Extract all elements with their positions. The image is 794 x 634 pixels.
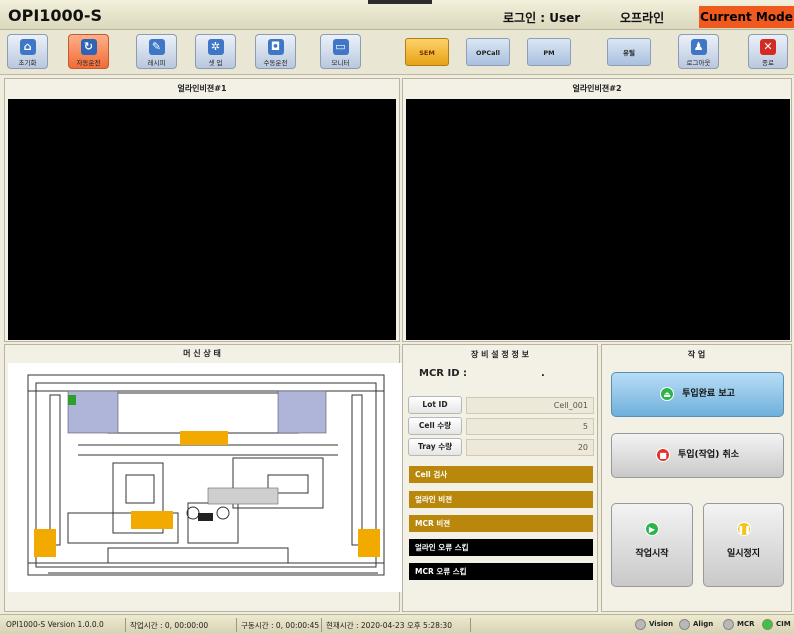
input-complete-report-button[interactable]: ⏏ 투입완료 보고 bbox=[611, 372, 784, 417]
pm-button[interactable]: PM bbox=[527, 38, 571, 66]
status-separator bbox=[236, 618, 237, 632]
opcall-button[interactable]: OPCall bbox=[466, 38, 510, 66]
mcr-vision-toggle[interactable]: MCR 비젼 bbox=[409, 515, 593, 532]
run-time-text: 구동시간 : 0, 00:00:45 bbox=[241, 621, 320, 630]
manual-run-label: 수동운전 bbox=[263, 59, 288, 67]
logout-button[interactable]: ♟ 로그아웃 bbox=[678, 34, 719, 69]
util-button[interactable]: 유틸 bbox=[607, 38, 651, 66]
cim-indicator-label: CIM bbox=[776, 620, 791, 628]
app-title: OPI1000-S bbox=[8, 6, 102, 25]
window-drag-handle[interactable] bbox=[368, 0, 432, 4]
monitor-icon: ▭ bbox=[332, 39, 349, 55]
align-vision-toggle[interactable]: 얼라인 비젼 bbox=[409, 491, 593, 508]
gamepad-icon: ◘ bbox=[267, 39, 284, 55]
lot-id-button[interactable]: Lot ID bbox=[408, 396, 462, 414]
auto-run-button[interactable]: ↻ 자동운전 bbox=[68, 34, 109, 69]
gear-icon: ✲ bbox=[207, 39, 224, 55]
monitor-button[interactable]: ▭ 모니터 bbox=[320, 34, 361, 69]
setup-label: 셋 업 bbox=[208, 59, 223, 67]
machine-diagram bbox=[8, 363, 402, 592]
init-button[interactable]: ⌂ 초기화 bbox=[7, 34, 48, 69]
status-separator bbox=[470, 618, 471, 632]
status-separator bbox=[321, 618, 322, 632]
mcr-id-label: MCR ID : bbox=[419, 368, 467, 379]
toolbar: ⌂ 초기화 ↻ 자동운전 ✎ 레시피 ✲ 셋 업 ◘ 수동운전 ▭ 모니터 SE… bbox=[0, 30, 794, 75]
login-status: 로그인 : User bbox=[503, 11, 581, 25]
close-icon: ✕ bbox=[760, 39, 776, 55]
lot-id-value: Cell_001 bbox=[466, 397, 594, 414]
auto-run-label: 자동운전 bbox=[76, 59, 101, 67]
vision-1-title: 얼라인비젼#1 bbox=[177, 84, 227, 93]
align-indicator-label: Align bbox=[693, 620, 714, 628]
status-separator bbox=[125, 618, 126, 632]
machine-status-panel: 머 신 상 태 bbox=[4, 344, 402, 612]
settings-title: 장 비 설 정 정 보 bbox=[470, 350, 530, 359]
connection-status: 오프라인 bbox=[620, 11, 665, 25]
setup-button[interactable]: ✲ 셋 업 bbox=[195, 34, 236, 69]
version-text: OPI1000-S Version 1.0.0.0 bbox=[6, 620, 104, 629]
input-cancel-button[interactable]: ■ 투입(작업) 취소 bbox=[611, 433, 784, 478]
cim-indicator-led bbox=[762, 619, 773, 630]
monitor-label: 모니터 bbox=[331, 59, 350, 67]
mcr-indicator-led bbox=[723, 619, 734, 630]
title-bar: OPI1000-S 로그인 : User 오프라인 Current Mode bbox=[0, 0, 794, 30]
equipment-settings-panel: 장 비 설 정 정 보 MCR ID : . Lot ID Cell_001 C… bbox=[402, 344, 598, 612]
work-time-text: 작업시간 : 0, 00:00:00 bbox=[130, 621, 209, 630]
cell-qty-value: 5 bbox=[466, 418, 594, 435]
vision-1-screen bbox=[8, 99, 396, 340]
align-error-skip-toggle[interactable]: 얼라인 오류 스킵 bbox=[409, 539, 593, 556]
cell-qty-button[interactable]: Cell 수량 bbox=[408, 417, 462, 435]
pause-icon: ❚❚ bbox=[736, 522, 751, 536]
tray-qty-button[interactable]: Tray 수량 bbox=[408, 438, 462, 456]
user-icon: ♟ bbox=[690, 39, 707, 55]
vision-2-screen bbox=[406, 99, 790, 340]
work-panel: 작 업 ⏏ 투입완료 보고 ■ 투입(작업) 취소 ▶ 작업시작 ❚❚ 일시정지 bbox=[601, 344, 792, 612]
work-start-button[interactable]: ▶ 작업시작 bbox=[611, 503, 693, 587]
pause-label: 일시정지 bbox=[726, 549, 761, 559]
play-icon: ▶ bbox=[645, 522, 659, 536]
vision-2-title: 얼라인비젼#2 bbox=[572, 84, 622, 93]
align-indicator-led bbox=[679, 619, 690, 630]
exit-button[interactable]: ✕ 종료 bbox=[748, 34, 788, 69]
cancel-label: 투입(작업) 취소 bbox=[677, 450, 740, 460]
cell-inspection-toggle[interactable]: Cell 검사 bbox=[409, 466, 593, 483]
auto-run-icon: ↻ bbox=[80, 39, 97, 55]
mcr-indicator-label: MCR bbox=[737, 620, 755, 628]
work-title: 작 업 bbox=[687, 350, 706, 359]
vision-indicator-label: Vision bbox=[649, 620, 674, 628]
vision-panel-1: 얼라인비젼#1 bbox=[4, 78, 400, 342]
pause-button[interactable]: ❚❚ 일시정지 bbox=[703, 503, 784, 587]
recipe-label: 레시피 bbox=[147, 59, 166, 67]
mcr-id-value: . bbox=[541, 368, 545, 379]
init-label: 초기화 bbox=[18, 59, 37, 67]
exit-label: 종료 bbox=[762, 59, 774, 67]
vision-indicator-led bbox=[635, 619, 646, 630]
machine-status-title: 머 신 상 태 bbox=[183, 349, 221, 358]
start-label: 작업시작 bbox=[635, 549, 669, 559]
tray-qty-value: 20 bbox=[466, 439, 594, 456]
stop-icon: ■ bbox=[655, 447, 670, 462]
current-time-text: 현재시간 : 2020-04-23 오후 5:28:30 bbox=[326, 621, 452, 630]
home-icon: ⌂ bbox=[19, 39, 36, 55]
recipe-button[interactable]: ✎ 레시피 bbox=[136, 34, 177, 69]
machine-drawing bbox=[27, 374, 385, 576]
current-mode-badge: Current Mode bbox=[699, 6, 794, 28]
report-label: 투입완료 보고 bbox=[682, 389, 735, 399]
manual-run-button[interactable]: ◘ 수동운전 bbox=[255, 34, 296, 69]
status-bar: OPI1000-S Version 1.0.0.0 작업시간 : 0, 00:0… bbox=[0, 614, 794, 634]
mcr-error-skip-toggle[interactable]: MCR 오류 스킵 bbox=[409, 563, 593, 580]
sem-button[interactable]: SEM bbox=[405, 38, 449, 66]
recipe-icon: ✎ bbox=[148, 39, 165, 55]
eject-icon: ⏏ bbox=[660, 386, 675, 401]
vision-panel-2: 얼라인비젼#2 bbox=[402, 78, 792, 342]
logout-label: 로그아웃 bbox=[686, 59, 711, 67]
